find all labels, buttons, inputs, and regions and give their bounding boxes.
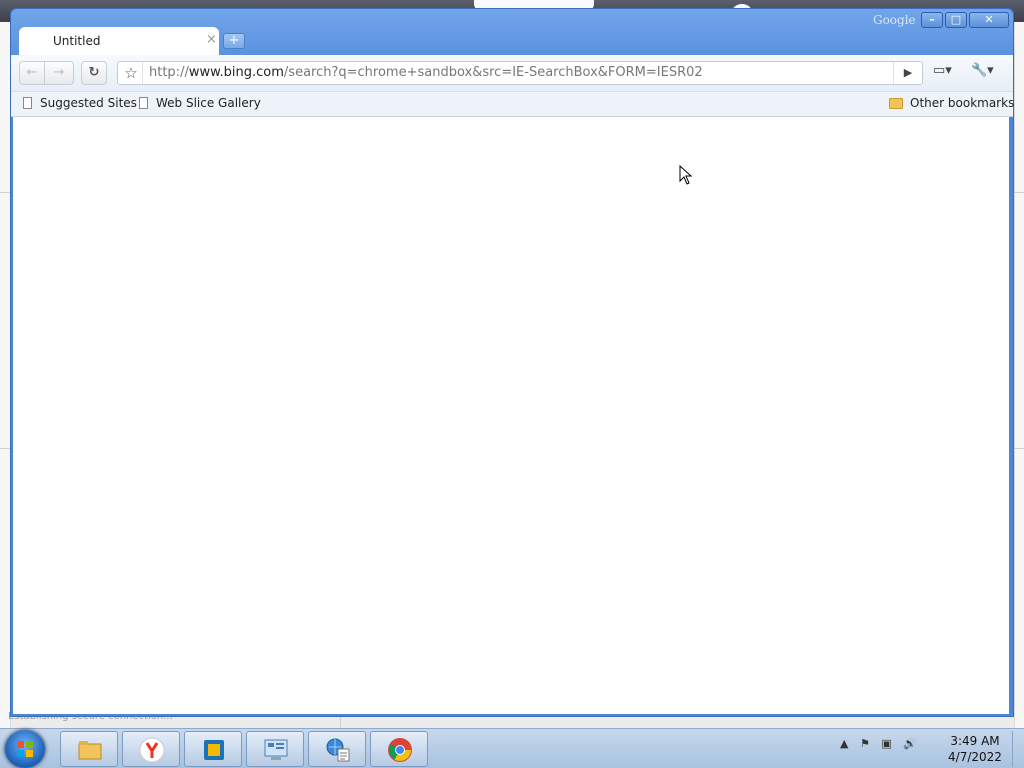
address-bar[interactable]: ☆ http://www.bing.com/search?q=chrome+sa… [117, 61, 923, 85]
toolbar: ← → ↻ ☆ http://www.bing.com/search?q=chr… [11, 55, 1013, 92]
brand-label: Google [873, 13, 916, 27]
bookmark-web-slice-gallery[interactable]: Web Slice Gallery [139, 96, 261, 110]
yandex-icon [139, 737, 165, 763]
clock-date: 4/7/2022 [948, 750, 1002, 764]
url-host: www.bing.com [188, 65, 284, 80]
url-scheme: http:// [149, 65, 189, 80]
folder-icon [889, 98, 903, 109]
back-button[interactable]: ← [19, 61, 45, 85]
other-bookmarks[interactable]: Other bookmarks [889, 96, 1014, 110]
page-icon [139, 97, 148, 109]
folder-icon [78, 741, 102, 760]
virtualbox-icon [204, 740, 224, 760]
title-bar[interactable]: Google – □ ✕ Untitled × + [11, 9, 1013, 57]
bookmarks-bar: Suggested Sites Web Slice Gallery Other … [11, 92, 1014, 117]
background-divider [0, 448, 10, 449]
new-tab-button[interactable]: + [223, 33, 245, 49]
taskbar-file-explorer[interactable] [60, 731, 118, 767]
network-icon[interactable]: ▣ [881, 737, 891, 750]
chrome-window: Google – □ ✕ Untitled × + ← → ↻ ☆ http:/… [10, 8, 1014, 717]
bookmark-suggested-sites[interactable]: Suggested Sites [23, 96, 137, 110]
clock-time: 3:49 AM [950, 734, 1000, 748]
bookmark-label: Suggested Sites [40, 96, 137, 110]
background-divider [1014, 448, 1024, 449]
globe-checklist-icon [326, 738, 350, 762]
bookmark-label: Web Slice Gallery [156, 96, 261, 110]
address-url[interactable]: http://www.bing.com/search?q=chrome+sand… [149, 65, 703, 80]
taskbar-chrome[interactable] [370, 731, 428, 767]
taskbar-network-tasks[interactable] [308, 731, 366, 767]
chrome-icon [388, 738, 412, 762]
volume-icon[interactable]: 🔊 [903, 737, 917, 750]
minimize-button[interactable]: – [921, 12, 943, 28]
wrench-menu-icon[interactable]: 🔧▾ [971, 63, 1001, 83]
taskbar: ▲ ⚑ ▣ 🔊 3:49 AM 4/7/2022 [0, 728, 1024, 768]
show-desktop-button[interactable] [1012, 731, 1024, 767]
taskbar-virtualbox[interactable] [184, 731, 242, 767]
bookmark-star-icon[interactable]: ☆ [120, 62, 143, 84]
action-center-icon[interactable]: ⚑ [860, 737, 870, 750]
go-button[interactable]: ▶ [893, 62, 922, 84]
windows-logo-icon [17, 741, 33, 757]
background-divider [1014, 192, 1024, 193]
control-panel-icon [264, 739, 288, 760]
tab-untitled[interactable]: Untitled × [19, 27, 219, 57]
background-divider [0, 192, 10, 193]
mouse-cursor-icon [679, 165, 693, 185]
other-bookmarks-label: Other bookmarks [910, 96, 1015, 110]
system-tray: ▲ ⚑ ▣ 🔊 [840, 737, 925, 750]
show-hidden-icons-icon[interactable]: ▲ [840, 737, 848, 750]
page-content[interactable] [13, 117, 1009, 714]
taskbar-control-panel[interactable] [246, 731, 304, 767]
start-button[interactable] [5, 730, 45, 768]
forward-button[interactable]: → [44, 61, 74, 85]
url-path: /search?q=chrome+sandbox&src=IE-SearchBo… [283, 65, 703, 80]
page-icon [23, 97, 32, 109]
maximize-button[interactable]: □ [945, 12, 967, 28]
tab-title: Untitled [53, 34, 101, 48]
close-window-button[interactable]: ✕ [969, 12, 1009, 28]
taskbar-clock[interactable]: 3:49 AM 4/7/2022 [944, 733, 1006, 765]
taskbar-yandex-browser[interactable] [122, 731, 180, 767]
reload-button[interactable]: ↻ [81, 61, 107, 85]
page-menu-icon[interactable]: ▭▾ [933, 63, 961, 83]
tab-close-icon[interactable]: × [206, 32, 217, 47]
background-window-right [1014, 22, 1024, 728]
